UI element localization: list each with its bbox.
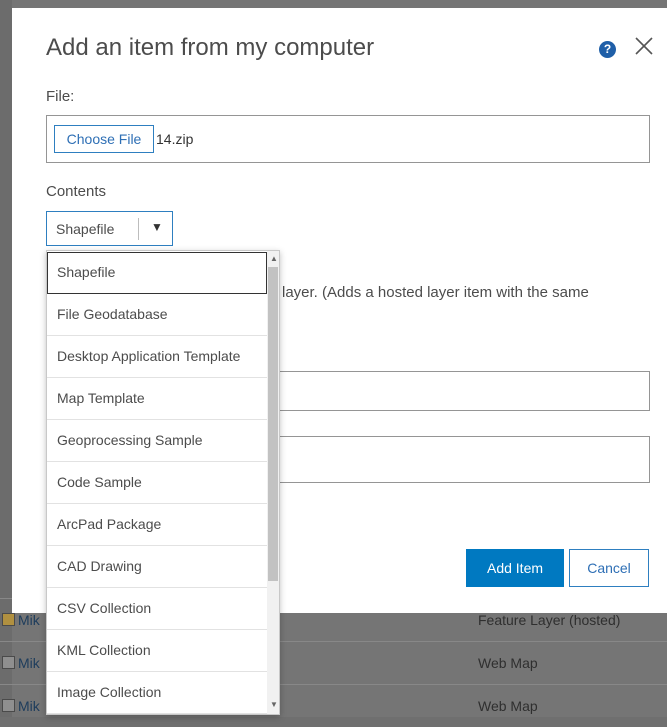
tags-field[interactable] (278, 436, 650, 483)
dropdown-option[interactable]: CAD Drawing (47, 546, 267, 588)
close-icon[interactable] (632, 34, 656, 58)
file-label: File: (46, 88, 75, 105)
cancel-button[interactable]: Cancel (569, 549, 649, 587)
dialog-title: Add an item from my computer (46, 34, 375, 61)
title-field[interactable] (278, 371, 650, 411)
dropdown-arrow-icon: ▼ (151, 220, 163, 234)
background-row-type: Web Map (478, 698, 538, 714)
dropdown-option[interactable]: Shapefile (47, 252, 267, 294)
dropdown-option[interactable]: File Geodatabase (47, 294, 267, 336)
contents-label: Contents (46, 183, 107, 200)
feature-layer-icon (2, 613, 15, 626)
dropdown-option[interactable]: KML Collection (47, 630, 267, 672)
web-map-icon (2, 699, 15, 712)
background-row-type: Feature Layer (hosted) (478, 612, 621, 628)
dropdown-option[interactable]: Map Template (47, 378, 267, 420)
add-item-button[interactable]: Add Item (466, 549, 564, 587)
select-divider (138, 218, 139, 240)
dropdown-option[interactable]: Code Sample (47, 462, 267, 504)
background-row-name: Mik (18, 655, 40, 671)
dropdown-option[interactable]: ArcPad Package (47, 504, 267, 546)
dropdown-scrollbar[interactable]: ▲ ▼ (267, 251, 279, 714)
dropdown-option[interactable]: Geoprocessing Sample (47, 420, 267, 462)
background-row-name: Mik (18, 698, 40, 714)
contents-select-value: Shapefile (56, 221, 115, 237)
help-icon[interactable]: ? (599, 41, 616, 58)
dropdown-option[interactable]: CSV Collection (47, 588, 267, 630)
dropdown-option[interactable]: Image Collection (47, 672, 267, 714)
contents-select[interactable]: Shapefile ▼ (46, 211, 173, 246)
scroll-down-icon[interactable]: ▼ (270, 700, 278, 709)
contents-dropdown-list[interactable]: Shapefile File Geodatabase Desktop Appli… (46, 250, 280, 715)
selected-file-name: 14.zip (156, 131, 194, 147)
scrollbar-thumb[interactable] (268, 267, 278, 581)
dropdown-option[interactable]: Desktop Application Template (47, 336, 267, 378)
publish-description: layer. (Adds a hosted layer item with th… (282, 284, 589, 301)
scroll-up-icon[interactable]: ▲ (270, 254, 278, 263)
web-map-icon (2, 656, 15, 669)
background-row-name: Mik (18, 612, 40, 628)
file-input[interactable]: Choose File 14.zip (46, 115, 650, 163)
choose-file-button[interactable]: Choose File (54, 125, 154, 153)
background-row-type: Web Map (478, 655, 538, 671)
